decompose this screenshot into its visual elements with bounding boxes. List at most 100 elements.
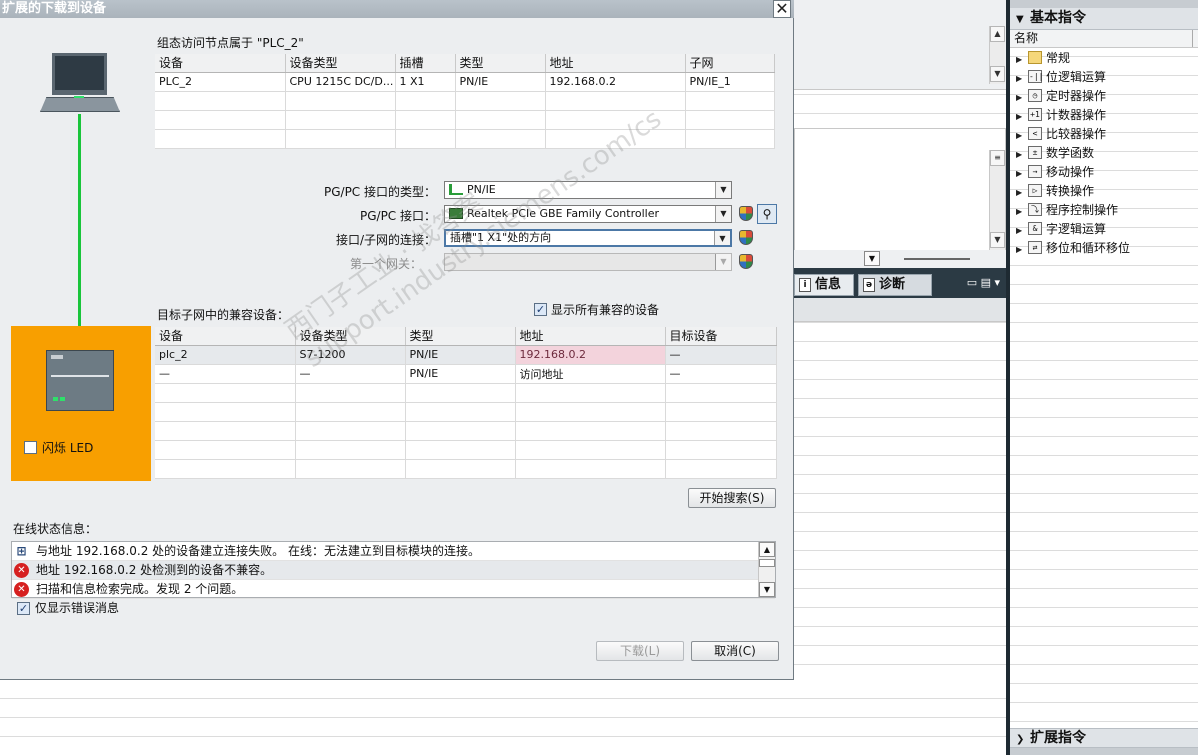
dialog-titlebar[interactable]: 扩展的下载到设备 — [0, 0, 794, 18]
instruction-folder[interactable]: ▶ ⤵ 程序控制操作 — [1010, 201, 1198, 220]
column-header[interactable]: 目标设备 — [665, 327, 777, 346]
table-row[interactable] — [155, 91, 775, 111]
upper-scrollbar[interactable]: ▲ ▼ — [989, 26, 1005, 84]
instruction-folder[interactable]: ▶ ± 数学函数 — [1010, 144, 1198, 163]
table-cell — [295, 421, 406, 441]
table-row[interactable]: — — PN/IE 访问地址 — — [155, 364, 777, 384]
table-cell — [155, 110, 286, 130]
start-search-button[interactable]: 开始搜索(S) — [688, 488, 776, 508]
subnet-connection-select[interactable]: 插槽"1 X1"处的方向 ▼ — [444, 229, 732, 247]
show-all-checkbox[interactable]: ✓ — [534, 303, 547, 316]
instruction-folder[interactable]: ▶ ◷ 定时器操作 — [1010, 87, 1198, 106]
expand-icon[interactable]: ▶ — [1016, 145, 1026, 164]
column-header[interactable]: 地址 — [545, 54, 686, 73]
chevron-down-icon[interactable]: ▼ — [715, 182, 731, 198]
laptop-led — [74, 96, 84, 98]
table-row[interactable] — [155, 129, 775, 149]
menu-lines-icon[interactable]: ≡ — [990, 150, 1005, 166]
expand-icon[interactable]: ▶ — [1016, 164, 1026, 183]
scroll-down-icon[interactable]: ▼ — [990, 232, 1005, 248]
shield-icon[interactable] — [739, 230, 753, 245]
pnie-icon — [449, 183, 463, 195]
tab-info[interactable]: i 信息 — [794, 274, 854, 296]
pgpc-interface-select[interactable]: Realtek PCIe GBE Family Controller ▼ — [444, 205, 732, 223]
table-row[interactable] — [155, 440, 777, 460]
scroll-down-icon[interactable]: ▼ — [759, 582, 775, 597]
zoom-dropdown-icon[interactable]: ▼ — [864, 251, 880, 266]
column-header[interactable]: 类型 — [405, 327, 516, 346]
table-row[interactable] — [155, 383, 777, 403]
pgpc-type-select[interactable]: PN/IE ▼ — [444, 181, 732, 199]
pane-options-icon[interactable]: ▭ ▤ ▾ — [967, 276, 1000, 289]
table-row[interactable]: PLC_2 CPU 1215C DC/D... 1 X1 PN/IE 192.168.0… — [155, 72, 775, 92]
instruction-folder[interactable]: ▶ ⇄ 移位和循环移位 — [1010, 239, 1198, 258]
instruction-folder[interactable]: ▶ -|| 位逻辑运算 — [1010, 68, 1198, 87]
table-row[interactable] — [155, 402, 777, 422]
target-devices-table: 设备 设备类型 类型 地址 目标设备 plc_2 S7-1200 PN/IE 192.168.… — [155, 327, 777, 479]
scroll-up-icon[interactable]: ▲ — [759, 542, 775, 557]
status-row[interactable]: ✕ 地址 192.168.0.2 处检测到的设备不兼容。 — [12, 561, 775, 580]
column-header[interactable]: 设备 — [155, 327, 296, 346]
expand-icon[interactable]: ▶ — [1016, 69, 1026, 88]
basic-instructions-header[interactable]: ▼ 基本指令 — [1010, 8, 1198, 30]
table-cell — [685, 129, 775, 149]
chevron-down-icon[interactable]: ▼ — [714, 231, 730, 245]
instruction-folder[interactable]: ▶ < 比较器操作 — [1010, 125, 1198, 144]
expand-icon[interactable]: ▶ — [1016, 88, 1026, 107]
table-row[interactable] — [155, 459, 777, 479]
errors-only-checkbox[interactable]: ✓ — [17, 602, 30, 615]
shield-icon[interactable] — [739, 254, 753, 269]
name-column-header[interactable]: 名称 — [1010, 30, 1198, 48]
status-row[interactable]: ✕ 扫描和信息检索完成。发现 2 个问题。 — [12, 580, 775, 599]
portal-middle-pane — [794, 128, 1006, 268]
close-button[interactable]: ✕ — [773, 0, 791, 18]
shield-icon[interactable] — [739, 206, 753, 221]
column-header[interactable]: 设备 — [155, 54, 286, 73]
column-header[interactable]: 类型 — [455, 54, 546, 73]
column-header[interactable]: 插槽 — [395, 54, 456, 73]
expand-icon[interactable]: ▶ — [1016, 50, 1026, 69]
instruction-folder[interactable]: ▶ → 移动操作 — [1010, 163, 1198, 182]
expand-icon[interactable]: ▶ — [1016, 221, 1026, 240]
scroll-thumb[interactable] — [759, 559, 775, 567]
config-table: 设备 设备类型 插槽 类型 地址 子网 PLC_2 CPU 1215C DC/D... 1 X… — [155, 54, 775, 149]
middle-scrollbar[interactable]: ≡ ▼ — [989, 150, 1005, 250]
tab-diagnostics[interactable]: ǝ 诊断 — [858, 274, 932, 296]
cancel-button[interactable]: 取消(C) — [691, 641, 779, 661]
table-cell — [155, 440, 296, 460]
table-row[interactable] — [155, 421, 777, 441]
expand-icon[interactable]: ▶ — [1016, 202, 1026, 221]
table-cell: — — [295, 364, 406, 384]
status-row[interactable]: ⊞ 与地址 192.168.0.2 处的设备建立连接失败。 在线：无法建立到目标模… — [12, 542, 775, 561]
chevron-down-icon: ▼ — [715, 254, 731, 270]
table-cell — [455, 129, 546, 149]
column-header[interactable]: 地址 — [515, 327, 666, 346]
instruction-folder[interactable]: ▶ 常规 — [1010, 49, 1198, 68]
chevron-down-icon[interactable]: ▼ — [715, 206, 731, 222]
table-row[interactable]: plc_2 S7-1200 PN/IE 192.168.0.2— — [155, 345, 777, 365]
column-header[interactable]: 子网 — [685, 54, 775, 73]
scroll-down-icon[interactable]: ▼ — [990, 66, 1005, 82]
table-row[interactable] — [155, 110, 775, 130]
info-icon: i — [799, 277, 811, 292]
column-edge — [1192, 30, 1198, 47]
instruction-folder[interactable]: ▶ & 字逻辑运算 — [1010, 220, 1198, 239]
extended-instructions-header[interactable]: ❯ 扩展指令 — [1010, 728, 1198, 748]
instruction-folder[interactable]: ▶ ▷ 转换操作 — [1010, 182, 1198, 201]
expand-icon[interactable]: ▶ — [1016, 183, 1026, 202]
zoom-slider[interactable] — [904, 258, 970, 260]
expand-icon[interactable]: ▶ — [1016, 240, 1026, 259]
status-text: 与地址 192.168.0.2 处的设备建立连接失败。 在线：无法建立到目标模块… — [36, 544, 480, 558]
instruction-folder[interactable]: ▶ +1 计数器操作 — [1010, 106, 1198, 125]
column-header[interactable]: 设备类型 — [295, 327, 406, 346]
expand-icon[interactable]: ▶ — [1016, 126, 1026, 145]
status-scrollbar[interactable]: ▲ ▼ — [758, 542, 775, 597]
download-button[interactable]: 下载(L) — [596, 641, 684, 661]
flash-led-checkbox[interactable] — [24, 441, 37, 454]
expand-icon[interactable]: ▶ — [1016, 107, 1026, 126]
counter-icon: +1 — [1028, 108, 1042, 121]
scroll-up-icon[interactable]: ▲ — [990, 26, 1005, 42]
interface-diagnostics-button[interactable]: ⚲ — [757, 204, 777, 224]
column-header[interactable]: 设备类型 — [285, 54, 396, 73]
table-cell — [285, 91, 396, 111]
